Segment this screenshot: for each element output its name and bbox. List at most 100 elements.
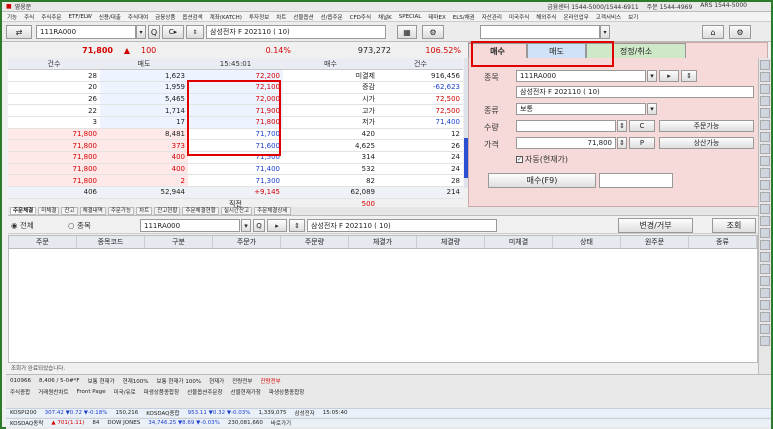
menu-item[interactable]: CFD주식 (350, 13, 371, 21)
side-tool-icon[interactable] (760, 108, 770, 118)
shortcut-button[interactable]: 파생상품종합창 (269, 388, 304, 396)
menu-item[interactable]: ELS/채권 (453, 13, 475, 21)
lower-history-icon[interactable]: ▸ (267, 219, 287, 232)
side-tool-icon[interactable] (760, 324, 770, 334)
lower-tab[interactable]: 잔고현황 (154, 207, 181, 215)
side-tool-icon[interactable] (760, 204, 770, 214)
order-item-code-input[interactable]: 111RA000 (516, 70, 646, 82)
lower-tab[interactable]: 잔고 (61, 207, 78, 215)
shortcut-button[interactable]: 거래원찬차트 (38, 388, 68, 396)
side-tool-icon[interactable] (760, 144, 770, 154)
menu-item[interactable]: 옵션검색 (182, 13, 202, 21)
col-exec-price[interactable]: 체결가 (349, 236, 417, 248)
menu-item[interactable]: 금융상품 (155, 13, 175, 21)
shortcut-button[interactable]: 선물현재가창 (231, 388, 261, 396)
code-dropdown-icon[interactable]: ▾ (136, 25, 146, 39)
search-icon[interactable]: Q (148, 25, 160, 39)
side-tool-icon[interactable] (760, 264, 770, 274)
order-item-history-icon[interactable]: ▸ (659, 70, 679, 82)
calculator-icon[interactable]: ▦ (397, 25, 417, 39)
side-tool-icon[interactable] (760, 60, 770, 70)
side-tool-icon[interactable] (760, 276, 770, 286)
side-tool-icon[interactable] (760, 252, 770, 262)
side-tool-icon[interactable] (760, 156, 770, 166)
bid-price[interactable]: 71,300 (188, 174, 283, 188)
qty-clear-button[interactable]: C (629, 120, 655, 132)
side-tool-icon[interactable] (760, 240, 770, 250)
lower-updown-icon[interactable]: ⇕ (289, 219, 305, 232)
order-type-select[interactable]: 보통 (516, 103, 646, 115)
settings-gear-icon[interactable]: ⚙ (422, 25, 444, 39)
up-down-icon[interactable]: ⇕ (186, 25, 204, 39)
lower-tab[interactable]: 주문가능 (107, 207, 135, 215)
menu-item[interactable]: SPECIAL (399, 14, 422, 20)
shortcut-button[interactable]: 파생상품종합창 (144, 388, 179, 396)
qty-stepper-icon[interactable]: ⇕ (617, 120, 627, 132)
side-tool-icon[interactable] (760, 84, 770, 94)
side-tool-icon[interactable] (760, 180, 770, 190)
order-available-button[interactable]: 주문가능 (659, 120, 754, 132)
menu-item[interactable]: ETF/ELW (69, 14, 92, 20)
shortcut-button[interactable]: Front Page (77, 389, 106, 395)
menu-item[interactable]: 계좌(KATCH) (210, 13, 242, 21)
query-button[interactable]: 조회 (712, 218, 756, 233)
auto-price-option[interactable]: ✓ 자동(현재가) (516, 154, 568, 165)
bid-row[interactable]: 71,800 2 71,300 82 28 (8, 174, 463, 188)
settle-available-button[interactable]: 상산가능 (659, 137, 754, 149)
lower-tab[interactable]: 체결내역 (79, 207, 106, 215)
side-tool-icon[interactable] (760, 120, 770, 130)
bottom-item[interactable]: 010966 (10, 378, 31, 384)
lower-tab[interactable]: 미체결 (38, 207, 60, 215)
menu-item[interactable]: 보기 (628, 13, 638, 21)
side-tool-icon[interactable] (760, 132, 770, 142)
menu-item[interactable]: 주식대여 (128, 13, 148, 21)
shortcut-button[interactable]: 선물옵션주문창 (187, 388, 222, 396)
order-item-updown-icon[interactable]: ⇕ (681, 70, 697, 82)
lower-code-input[interactable]: 111RA000 (140, 219, 240, 232)
history-icon[interactable]: C▸ (162, 25, 184, 39)
bid-row[interactable]: 71,800 400 71,400 532 24 (8, 163, 463, 176)
col-unexec[interactable]: 미체결 (485, 236, 553, 248)
menu-item[interactable]: 차트 (276, 13, 286, 21)
col-orig-order[interactable]: 원주문 (621, 236, 689, 248)
shortcut-button[interactable]: 주식종합 (10, 388, 30, 396)
side-tool-icon[interactable] (760, 300, 770, 310)
menu-item[interactable]: 고객서비스 (596, 13, 621, 21)
filter-all-radio[interactable]: ◉ 전체 (11, 220, 34, 231)
lower-tab[interactable]: 주문체결상세 (254, 207, 291, 215)
shortcut-button[interactable]: 미국/유로 (114, 388, 136, 396)
menu-item[interactable]: 선물옵션 (293, 13, 313, 21)
bid-price[interactable]: 71,400 (188, 163, 283, 176)
lower-tab[interactable]: 차트 (136, 207, 153, 215)
side-tool-icon[interactable] (760, 228, 770, 238)
switch-screen-icon[interactable]: ⇄ (6, 25, 32, 39)
lower-code-dropdown-icon[interactable]: ▾ (241, 219, 251, 232)
shortcut-link[interactable]: 바로가기 (271, 419, 291, 427)
side-tool-icon[interactable] (760, 312, 770, 322)
price-stepper-icon[interactable]: ⇕ (617, 137, 627, 149)
menu-item[interactable]: 해외주식 (536, 13, 556, 21)
password-icon[interactable]: ⌂ (702, 25, 724, 39)
side-tool-icon[interactable] (760, 288, 770, 298)
order-type-dropdown-icon[interactable]: ▾ (647, 103, 657, 115)
lower-tab[interactable]: 주문체결 (10, 207, 37, 215)
col-order-qty[interactable]: 주문량 (281, 236, 349, 248)
side-tool-icon[interactable] (760, 96, 770, 106)
col-order-price[interactable]: 주문가 (213, 236, 281, 248)
buy-submit-button[interactable]: 매수(F9) (488, 173, 596, 188)
menu-item[interactable]: 온라인업무 (563, 13, 588, 21)
menu-item[interactable]: 기능 (7, 13, 17, 21)
side-tool-icon[interactable] (760, 168, 770, 178)
menu-item[interactable]: 미국주식 (509, 13, 529, 21)
order-account-select[interactable] (480, 25, 600, 39)
col-code[interactable]: 종목코드 (77, 236, 145, 248)
side-tool-icon[interactable] (760, 336, 770, 346)
col-status[interactable]: 상태 (553, 236, 621, 248)
side-tool-icon[interactable] (760, 216, 770, 226)
order-qty-input[interactable] (516, 120, 616, 132)
filter-item-radio[interactable]: ○ 종목 (68, 220, 91, 231)
menu-item[interactable]: 주식주문 (41, 13, 61, 21)
col-order[interactable]: 주문 (9, 236, 77, 248)
menu-item[interactable]: 자산관리 (482, 13, 502, 21)
lower-search-icon[interactable]: Q (253, 219, 265, 232)
